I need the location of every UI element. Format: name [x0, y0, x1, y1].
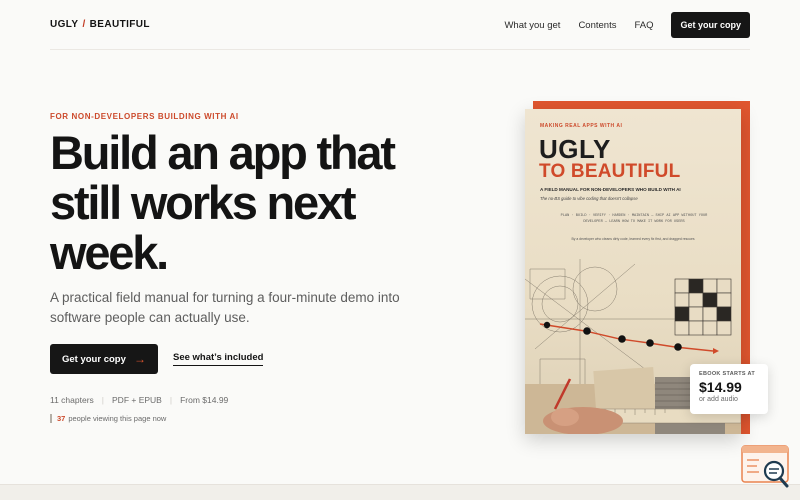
price-audio-option: or add audio: [699, 396, 738, 403]
book-mono-text: PLAN · BUILD · VERIFY · HARDEN · MAINTAI…: [560, 214, 708, 224]
book-title-line1: UGLY: [539, 134, 611, 164]
product-meta: 11 chapters | PDF + EPUB | From $14.99: [50, 395, 236, 405]
meta-formats: PDF + EPUB: [112, 395, 162, 405]
nav-contents[interactable]: Contents: [578, 20, 616, 31]
get-copy-button[interactable]: Get your copy →: [50, 344, 158, 374]
meta-price: From $14.99: [180, 395, 229, 405]
search-chat-icon[interactable]: [741, 445, 791, 489]
site-logo[interactable]: UGLY / BEAUTIFUL: [50, 19, 150, 30]
price-card[interactable]: EBOOK STARTS AT $14.99 or add audio: [690, 364, 768, 414]
viewers-notice: 37 people viewing this page now: [50, 414, 166, 423]
logo-word-left: UGLY: [50, 19, 79, 30]
site-header: UGLY / BEAUTIFUL What you get Contents FAQ…: [50, 12, 750, 38]
book-tagline: A FIELD MANUAL FOR NON-DEVELOPERS WHO BU…: [540, 187, 681, 192]
arrow-right-icon: →: [134, 352, 146, 366]
page: UGLY / BEAUTIFUL What you get Contents FAQ…: [0, 0, 800, 484]
header-divider: [50, 49, 750, 50]
price-amount: $14.99: [699, 379, 742, 395]
header-get-copy-button[interactable]: Get your copy: [671, 12, 750, 38]
main-nav: What you get Contents FAQ Get your copy: [504, 12, 750, 38]
meta-chapters: 11 chapters: [50, 395, 94, 405]
get-copy-label: Get your copy: [62, 353, 126, 365]
viewers-indicator: [50, 414, 52, 423]
nav-faq[interactable]: FAQ: [634, 20, 653, 31]
price-label: EBOOK STARTS AT: [699, 371, 756, 377]
logo-word-right: BEAUTIFUL: [89, 19, 150, 30]
book-small-text: By a developer who cleans dirty code, le…: [571, 237, 695, 241]
book-eyebrow: MAKING REAL APPS WITH AI: [540, 123, 623, 129]
see-included-link[interactable]: See what’s included: [173, 352, 264, 366]
book-title-line2: TO BEAUTIFUL: [539, 161, 681, 182]
next-section-band: [0, 484, 800, 500]
nav-what-you-get[interactable]: What you get: [504, 20, 560, 31]
hero-eyebrow: FOR NON-DEVELOPERS BUILDING WITH AI: [50, 112, 239, 121]
viewers-text: people viewing this page now: [68, 414, 167, 423]
logo-separator: /: [82, 19, 86, 30]
hero-headline: Build an app that still works next week.: [50, 126, 396, 279]
viewers-count: 37: [57, 414, 66, 423]
hero-subtitle: A practical field manual for turning a f…: [50, 290, 400, 325]
book-subtagline: The no-BS guide to vibe coding that does…: [540, 196, 638, 201]
